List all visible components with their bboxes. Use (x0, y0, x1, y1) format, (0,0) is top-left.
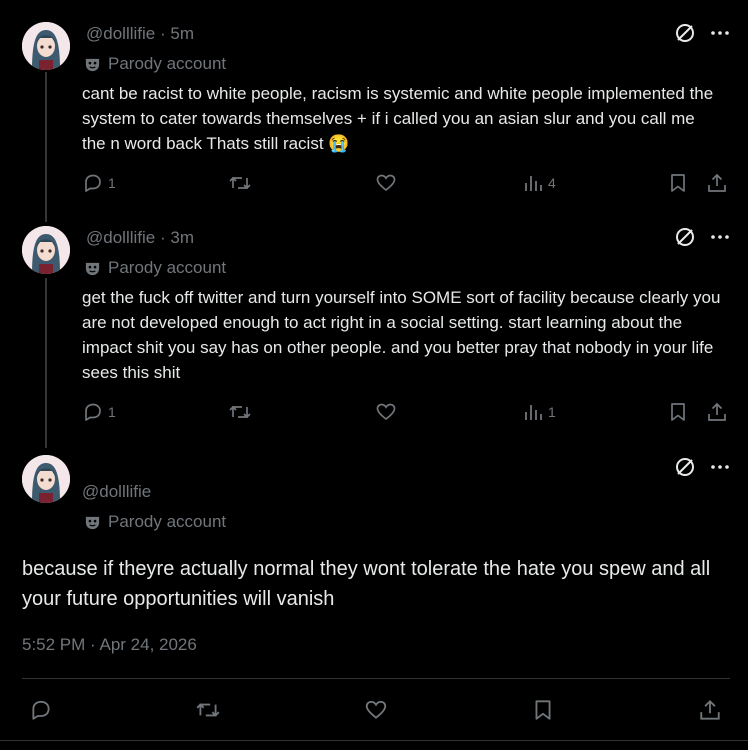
views-icon (525, 176, 542, 191)
avatar-image (22, 22, 70, 70)
post-actions: 1 4 (82, 172, 728, 196)
post-time[interactable]: 5m (170, 24, 194, 43)
post-text: get the fuck off twitter and turn yourse… (82, 288, 721, 382)
main-post-actions (0, 694, 748, 726)
like-button[interactable] (375, 401, 397, 423)
repost-icon (229, 176, 251, 190)
share-button[interactable] (698, 698, 722, 722)
avatar[interactable] (22, 226, 70, 274)
share-icon (708, 402, 726, 421)
avatar[interactable] (22, 22, 70, 70)
bookmark-button[interactable] (668, 172, 688, 194)
parody-mask-icon (85, 262, 100, 275)
no-entry-icon[interactable] (674, 456, 696, 478)
share-button[interactable] (706, 401, 728, 423)
repost-button[interactable] (228, 401, 252, 423)
divider (0, 740, 748, 741)
bookmark-icon (671, 403, 685, 421)
avatar-image (22, 226, 70, 274)
share-icon (700, 699, 720, 720)
views-icon (525, 405, 542, 420)
bookmark-icon (535, 700, 551, 720)
share-icon (708, 173, 726, 192)
separator: · (159, 24, 166, 43)
reply-count: 1 (108, 404, 116, 420)
username[interactable]: @dolllifie (82, 482, 151, 501)
thread-connector (45, 72, 47, 222)
post-text: cant be racist to white people, racism i… (82, 84, 714, 153)
parody-label: Parody account (108, 54, 227, 73)
post-top-actions (674, 22, 730, 44)
post-time[interactable]: 3m (170, 228, 194, 247)
avatar[interactable] (22, 455, 70, 503)
no-entry-icon[interactable] (674, 226, 696, 248)
avatar-image (22, 455, 70, 503)
post-top-actions (674, 226, 730, 248)
repost-icon (229, 405, 251, 419)
reply-icon (32, 700, 50, 720)
no-entry-icon[interactable] (674, 22, 696, 44)
post-text: because if theyre actually normal they w… (22, 558, 711, 610)
like-button[interactable] (375, 172, 397, 194)
more-icon[interactable] (710, 22, 730, 44)
parody-mask-icon (85, 516, 100, 529)
reply-icon (85, 403, 101, 421)
repost-button[interactable] (228, 172, 252, 194)
username[interactable]: @dolllifie (86, 228, 155, 247)
views-button[interactable]: 4 (522, 172, 556, 194)
share-button[interactable] (706, 172, 728, 194)
parody-mask-icon (85, 58, 100, 71)
reply-icon (85, 174, 101, 192)
reply-button[interactable]: 1 (82, 172, 116, 194)
repost-icon (196, 703, 220, 717)
more-icon[interactable] (710, 226, 730, 248)
parody-label: Parody account (108, 512, 227, 531)
like-icon (376, 403, 396, 421)
post-actions: 1 1 (82, 401, 728, 425)
reply-button[interactable] (29, 698, 53, 722)
separator: · (159, 228, 166, 247)
views-count: 4 (548, 175, 556, 191)
bookmark-icon (671, 174, 685, 192)
like-button[interactable] (364, 698, 388, 722)
like-icon (376, 174, 396, 192)
parody-label: Parody account (108, 258, 227, 277)
views-button[interactable]: 1 (522, 401, 556, 423)
post-meta: @dolllifie · 3m (86, 228, 194, 248)
username[interactable]: @dolllifie (86, 24, 155, 43)
bookmark-button[interactable] (668, 401, 688, 423)
post-timestamp[interactable]: 5:52 PM · Apr 24, 2026 (22, 635, 197, 655)
views-count: 1 (548, 404, 556, 420)
post-top-actions (674, 456, 730, 478)
parody-badge: Parody account (84, 54, 226, 74)
reply-button[interactable]: 1 (82, 401, 116, 423)
post-meta: @dolllifie (82, 482, 151, 502)
repost-button[interactable] (195, 698, 221, 722)
reply-count: 1 (108, 175, 116, 191)
parody-badge: Parody account (84, 258, 226, 278)
post-meta: @dolllifie · 5m (86, 24, 194, 44)
more-icon[interactable] (710, 456, 730, 478)
like-icon (365, 700, 387, 719)
parody-badge: Parody account (84, 512, 226, 532)
divider (22, 678, 730, 679)
thread-connector (45, 278, 47, 448)
bookmark-button[interactable] (532, 698, 554, 722)
